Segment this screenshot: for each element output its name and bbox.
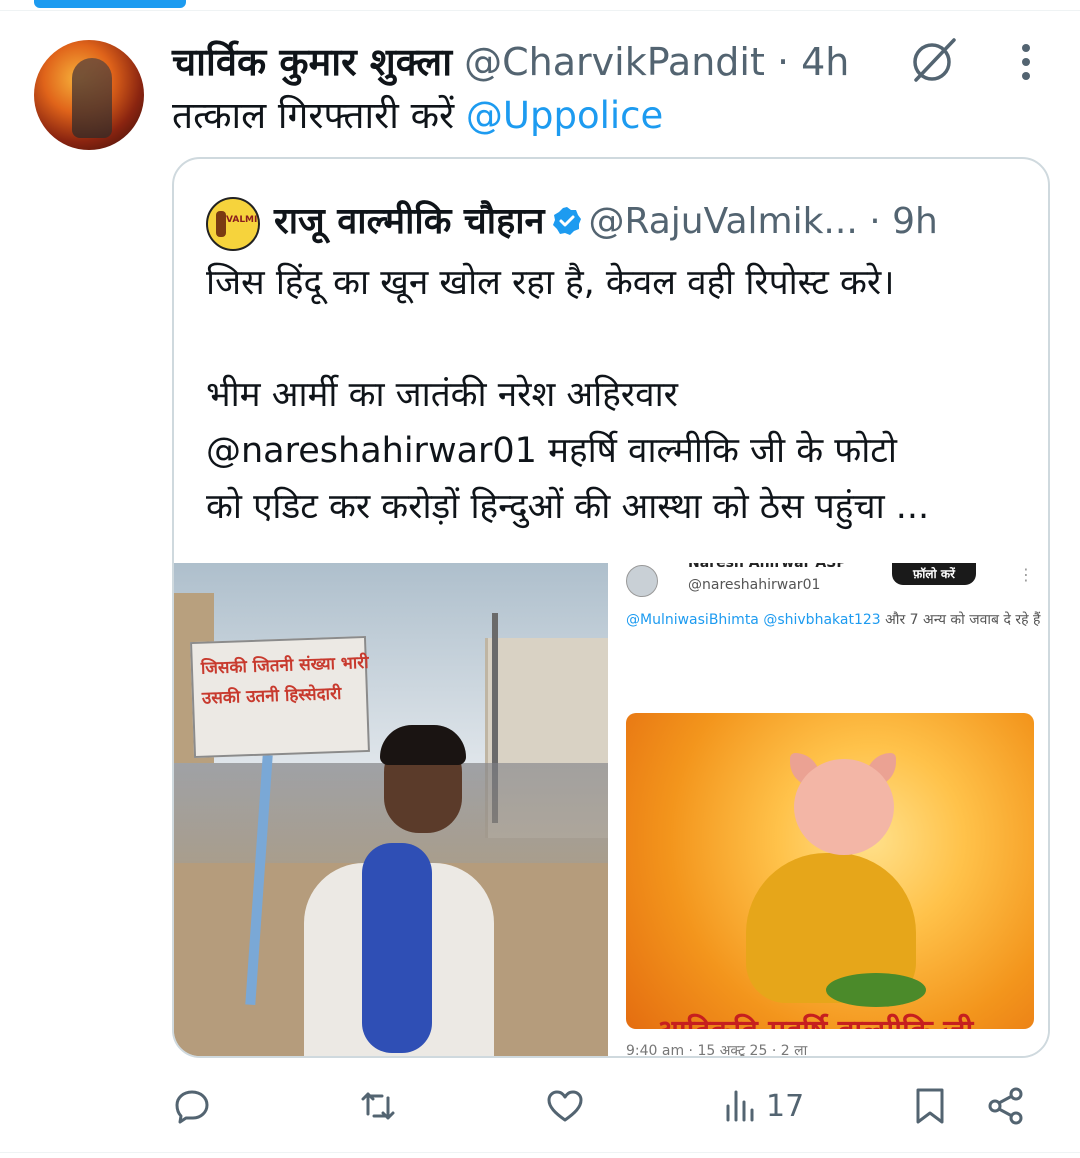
screenshot-name: Naresh Ahirwar ASP	[688, 563, 847, 571]
action-bar: 17	[0, 1082, 1080, 1132]
repost-button[interactable]	[358, 1082, 398, 1130]
like-icon	[547, 1090, 583, 1122]
screenshot-reply-text: और 7 अन्य को जवाब दे रहे हैं	[880, 612, 1041, 628]
quoted-timestamp[interactable]: 9h	[892, 201, 938, 242]
share-icon	[988, 1087, 1023, 1125]
separator: ·	[857, 201, 893, 242]
grok-icon[interactable]	[908, 34, 960, 86]
quoted-author-handle[interactable]: @RajuValmik...	[589, 201, 858, 242]
share-button[interactable]	[986, 1082, 1026, 1130]
verified-icon	[552, 207, 581, 235]
placard: जिसकी जितनी संख्या भारी उसकी उतनी हिस्से…	[190, 635, 370, 759]
quoted-line: भीम आर्मी का जातंकी नरेश अहिरवार	[206, 375, 678, 415]
views-icon	[726, 1090, 754, 1122]
quoted-media-photo[interactable]: जिसकी जितनी संख्या भारी उसकी उतनी हिस्से…	[174, 563, 608, 1056]
avatar-logo-text: VALMIKI	[226, 215, 258, 225]
reply-button[interactable]	[172, 1082, 212, 1130]
screenshot-avatar	[626, 565, 658, 597]
screenshot-reply-line: @MulniwasiBhimta @shivbhakat123 और 7 अन्…	[626, 609, 1046, 631]
screenshot-mentions: @MulniwasiBhimta @shivbhakat123	[626, 612, 881, 628]
screenshot-handle: @nareshahirwar01	[688, 577, 821, 593]
screenshot-more-icon: ⋮	[1018, 565, 1034, 584]
quoted-line: को एडिट कर करोड़ों हिन्दुओं की आस्था को …	[206, 487, 930, 527]
quoted-line: जिस हिंदू का खून खोल रहा है, केवल वही रि…	[206, 263, 895, 303]
divider	[0, 1152, 1080, 1153]
divider	[0, 10, 1080, 11]
timestamp[interactable]: 4h	[801, 40, 849, 84]
screenshot-caption: आदिकवि महर्षि वाल्मीकि जी	[656, 1009, 973, 1029]
author-avatar[interactable]	[34, 40, 144, 150]
placard-line: उसकी उतनी हिस्सेदारी	[201, 683, 342, 709]
tweet-body: तत्काल गिरफ्तारी करें	[172, 94, 466, 137]
author-name[interactable]: चार्विक कुमार शुक्ला	[172, 40, 452, 84]
screenshot-meta: 9:40 am · 15 अक्टू 25 · 2 ला	[626, 1043, 808, 1056]
views-button[interactable]: 17	[722, 1082, 804, 1130]
quoted-line: @nareshahirwar01 महर्षि वाल्मीकि जी के फ…	[206, 431, 897, 471]
mention-link[interactable]: @Uppolice	[466, 94, 663, 137]
author-handle[interactable]: @CharvikPandit	[464, 40, 765, 84]
repost-icon	[361, 1092, 395, 1120]
quoted-header: राजू वाल्मीकि चौहान @RajuValmik... · 9h	[274, 195, 938, 249]
more-icon[interactable]	[1012, 40, 1040, 84]
quoted-text: जिस हिंदू का खून खोल रहा है, केवल वही रि…	[206, 255, 929, 535]
bookmark-button[interactable]	[910, 1082, 950, 1130]
screenshot-follow-button: फ़ॉलो करें	[892, 563, 976, 585]
tweet-header: चार्विक कुमार शुक्ला @CharvikPandit · 4h	[172, 38, 849, 86]
like-button[interactable]	[545, 1082, 585, 1130]
quoted-tweet[interactable]: VALMIKI राजू वाल्मीकि चौहान @RajuValmik.…	[172, 157, 1050, 1058]
top-tab-indicator	[34, 0, 186, 8]
quoted-author-avatar[interactable]: VALMIKI	[206, 197, 260, 251]
quoted-media-screenshot[interactable]: Naresh Ahirwar ASP @nareshahirwar01 फ़ॉल…	[612, 563, 1048, 1056]
views-count: 17	[766, 1088, 805, 1124]
quoted-author-name[interactable]: राजू वाल्मीकि चौहान	[274, 201, 545, 242]
reply-icon	[175, 1090, 209, 1124]
bookmark-icon	[916, 1088, 944, 1124]
screenshot-image: आदिकवि महर्षि वाल्मीकि जी	[626, 713, 1034, 1029]
separator: ·	[764, 40, 802, 84]
tweet-text: तत्काल गिरफ्तारी करें @Uppolice	[172, 92, 663, 140]
